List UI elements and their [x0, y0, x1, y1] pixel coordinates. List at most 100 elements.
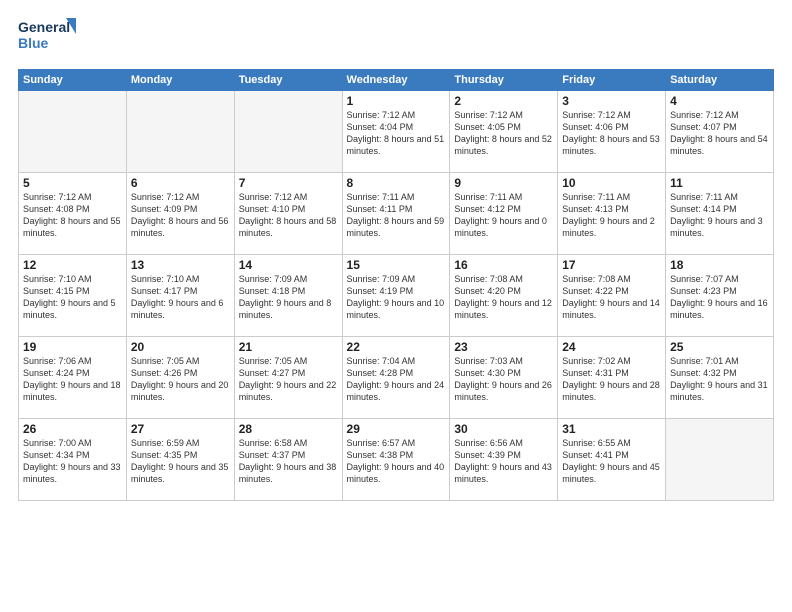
calendar-cell: 10Sunrise: 7:11 AM Sunset: 4:13 PM Dayli…: [558, 173, 666, 255]
day-info: Sunrise: 7:08 AM Sunset: 4:22 PM Dayligh…: [562, 273, 661, 322]
day-info: Sunrise: 7:11 AM Sunset: 4:11 PM Dayligh…: [347, 191, 446, 240]
day-number: 16: [454, 258, 553, 272]
calendar-cell: 18Sunrise: 7:07 AM Sunset: 4:23 PM Dayli…: [666, 255, 774, 337]
calendar-cell: 16Sunrise: 7:08 AM Sunset: 4:20 PM Dayli…: [450, 255, 558, 337]
day-number: 30: [454, 422, 553, 436]
day-info: Sunrise: 7:09 AM Sunset: 4:18 PM Dayligh…: [239, 273, 338, 322]
day-info: Sunrise: 7:07 AM Sunset: 4:23 PM Dayligh…: [670, 273, 769, 322]
day-number: 18: [670, 258, 769, 272]
day-info: Sunrise: 7:12 AM Sunset: 4:08 PM Dayligh…: [23, 191, 122, 240]
day-info: Sunrise: 7:08 AM Sunset: 4:20 PM Dayligh…: [454, 273, 553, 322]
calendar-cell: [666, 419, 774, 501]
day-number: 6: [131, 176, 230, 190]
day-number: 17: [562, 258, 661, 272]
day-info: Sunrise: 7:04 AM Sunset: 4:28 PM Dayligh…: [347, 355, 446, 404]
weekday-friday: Friday: [558, 70, 666, 91]
calendar-cell: 24Sunrise: 7:02 AM Sunset: 4:31 PM Dayli…: [558, 337, 666, 419]
day-info: Sunrise: 7:12 AM Sunset: 4:05 PM Dayligh…: [454, 109, 553, 158]
day-info: Sunrise: 7:03 AM Sunset: 4:30 PM Dayligh…: [454, 355, 553, 404]
calendar-week-3: 12Sunrise: 7:10 AM Sunset: 4:15 PM Dayli…: [19, 255, 774, 337]
calendar-cell: 23Sunrise: 7:03 AM Sunset: 4:30 PM Dayli…: [450, 337, 558, 419]
page-header: General Blue: [18, 16, 774, 61]
day-number: 19: [23, 340, 122, 354]
day-number: 22: [347, 340, 446, 354]
calendar-cell: 17Sunrise: 7:08 AM Sunset: 4:22 PM Dayli…: [558, 255, 666, 337]
calendar-cell: 2Sunrise: 7:12 AM Sunset: 4:05 PM Daylig…: [450, 91, 558, 173]
calendar-cell: 31Sunrise: 6:55 AM Sunset: 4:41 PM Dayli…: [558, 419, 666, 501]
calendar-cell: 8Sunrise: 7:11 AM Sunset: 4:11 PM Daylig…: [342, 173, 450, 255]
calendar-cell: 5Sunrise: 7:12 AM Sunset: 4:08 PM Daylig…: [19, 173, 127, 255]
calendar-body: 1Sunrise: 7:12 AM Sunset: 4:04 PM Daylig…: [19, 91, 774, 501]
day-info: Sunrise: 7:10 AM Sunset: 4:17 PM Dayligh…: [131, 273, 230, 322]
svg-text:Blue: Blue: [18, 35, 49, 51]
calendar-cell: 22Sunrise: 7:04 AM Sunset: 4:28 PM Dayli…: [342, 337, 450, 419]
day-info: Sunrise: 7:00 AM Sunset: 4:34 PM Dayligh…: [23, 437, 122, 486]
day-info: Sunrise: 7:05 AM Sunset: 4:26 PM Dayligh…: [131, 355, 230, 404]
day-number: 26: [23, 422, 122, 436]
calendar-cell: 1Sunrise: 7:12 AM Sunset: 4:04 PM Daylig…: [342, 91, 450, 173]
day-number: 5: [23, 176, 122, 190]
day-info: Sunrise: 6:56 AM Sunset: 4:39 PM Dayligh…: [454, 437, 553, 486]
calendar-cell: 19Sunrise: 7:06 AM Sunset: 4:24 PM Dayli…: [19, 337, 127, 419]
day-number: 4: [670, 94, 769, 108]
calendar-week-5: 26Sunrise: 7:00 AM Sunset: 4:34 PM Dayli…: [19, 419, 774, 501]
weekday-saturday: Saturday: [666, 70, 774, 91]
weekday-monday: Monday: [126, 70, 234, 91]
day-info: Sunrise: 7:12 AM Sunset: 4:07 PM Dayligh…: [670, 109, 769, 158]
day-info: Sunrise: 6:59 AM Sunset: 4:35 PM Dayligh…: [131, 437, 230, 486]
calendar-cell: 30Sunrise: 6:56 AM Sunset: 4:39 PM Dayli…: [450, 419, 558, 501]
calendar-cell: 12Sunrise: 7:10 AM Sunset: 4:15 PM Dayli…: [19, 255, 127, 337]
day-info: Sunrise: 7:01 AM Sunset: 4:32 PM Dayligh…: [670, 355, 769, 404]
calendar-cell: 3Sunrise: 7:12 AM Sunset: 4:06 PM Daylig…: [558, 91, 666, 173]
day-number: 3: [562, 94, 661, 108]
day-info: Sunrise: 7:09 AM Sunset: 4:19 PM Dayligh…: [347, 273, 446, 322]
day-info: Sunrise: 6:55 AM Sunset: 4:41 PM Dayligh…: [562, 437, 661, 486]
calendar-cell: 21Sunrise: 7:05 AM Sunset: 4:27 PM Dayli…: [234, 337, 342, 419]
calendar-cell: [234, 91, 342, 173]
calendar-cell: 7Sunrise: 7:12 AM Sunset: 4:10 PM Daylig…: [234, 173, 342, 255]
day-number: 27: [131, 422, 230, 436]
weekday-thursday: Thursday: [450, 70, 558, 91]
day-number: 23: [454, 340, 553, 354]
logo-svg: General Blue: [18, 16, 78, 56]
logo-container: General Blue: [18, 16, 78, 61]
day-number: 21: [239, 340, 338, 354]
day-info: Sunrise: 7:10 AM Sunset: 4:15 PM Dayligh…: [23, 273, 122, 322]
calendar-cell: 25Sunrise: 7:01 AM Sunset: 4:32 PM Dayli…: [666, 337, 774, 419]
calendar-cell: 4Sunrise: 7:12 AM Sunset: 4:07 PM Daylig…: [666, 91, 774, 173]
day-number: 31: [562, 422, 661, 436]
day-info: Sunrise: 7:12 AM Sunset: 4:04 PM Dayligh…: [347, 109, 446, 158]
svg-text:General: General: [18, 19, 70, 35]
day-number: 13: [131, 258, 230, 272]
day-info: Sunrise: 7:05 AM Sunset: 4:27 PM Dayligh…: [239, 355, 338, 404]
day-number: 25: [670, 340, 769, 354]
calendar-cell: 20Sunrise: 7:05 AM Sunset: 4:26 PM Dayli…: [126, 337, 234, 419]
day-number: 29: [347, 422, 446, 436]
day-number: 9: [454, 176, 553, 190]
day-number: 1: [347, 94, 446, 108]
day-number: 20: [131, 340, 230, 354]
day-number: 15: [347, 258, 446, 272]
calendar-week-2: 5Sunrise: 7:12 AM Sunset: 4:08 PM Daylig…: [19, 173, 774, 255]
logo: General Blue: [18, 16, 78, 61]
calendar-cell: 11Sunrise: 7:11 AM Sunset: 4:14 PM Dayli…: [666, 173, 774, 255]
calendar-cell: 29Sunrise: 6:57 AM Sunset: 4:38 PM Dayli…: [342, 419, 450, 501]
calendar-cell: 27Sunrise: 6:59 AM Sunset: 4:35 PM Dayli…: [126, 419, 234, 501]
calendar-cell: 26Sunrise: 7:00 AM Sunset: 4:34 PM Dayli…: [19, 419, 127, 501]
calendar-cell: [19, 91, 127, 173]
day-number: 8: [347, 176, 446, 190]
day-info: Sunrise: 7:02 AM Sunset: 4:31 PM Dayligh…: [562, 355, 661, 404]
weekday-wednesday: Wednesday: [342, 70, 450, 91]
day-info: Sunrise: 7:06 AM Sunset: 4:24 PM Dayligh…: [23, 355, 122, 404]
day-info: Sunrise: 7:11 AM Sunset: 4:14 PM Dayligh…: [670, 191, 769, 240]
weekday-tuesday: Tuesday: [234, 70, 342, 91]
day-number: 14: [239, 258, 338, 272]
day-number: 12: [23, 258, 122, 272]
calendar-cell: 6Sunrise: 7:12 AM Sunset: 4:09 PM Daylig…: [126, 173, 234, 255]
calendar-cell: 9Sunrise: 7:11 AM Sunset: 4:12 PM Daylig…: [450, 173, 558, 255]
day-number: 10: [562, 176, 661, 190]
weekday-sunday: Sunday: [19, 70, 127, 91]
day-info: Sunrise: 7:12 AM Sunset: 4:06 PM Dayligh…: [562, 109, 661, 158]
calendar-week-4: 19Sunrise: 7:06 AM Sunset: 4:24 PM Dayli…: [19, 337, 774, 419]
calendar-table: SundayMondayTuesdayWednesdayThursdayFrid…: [18, 69, 774, 501]
